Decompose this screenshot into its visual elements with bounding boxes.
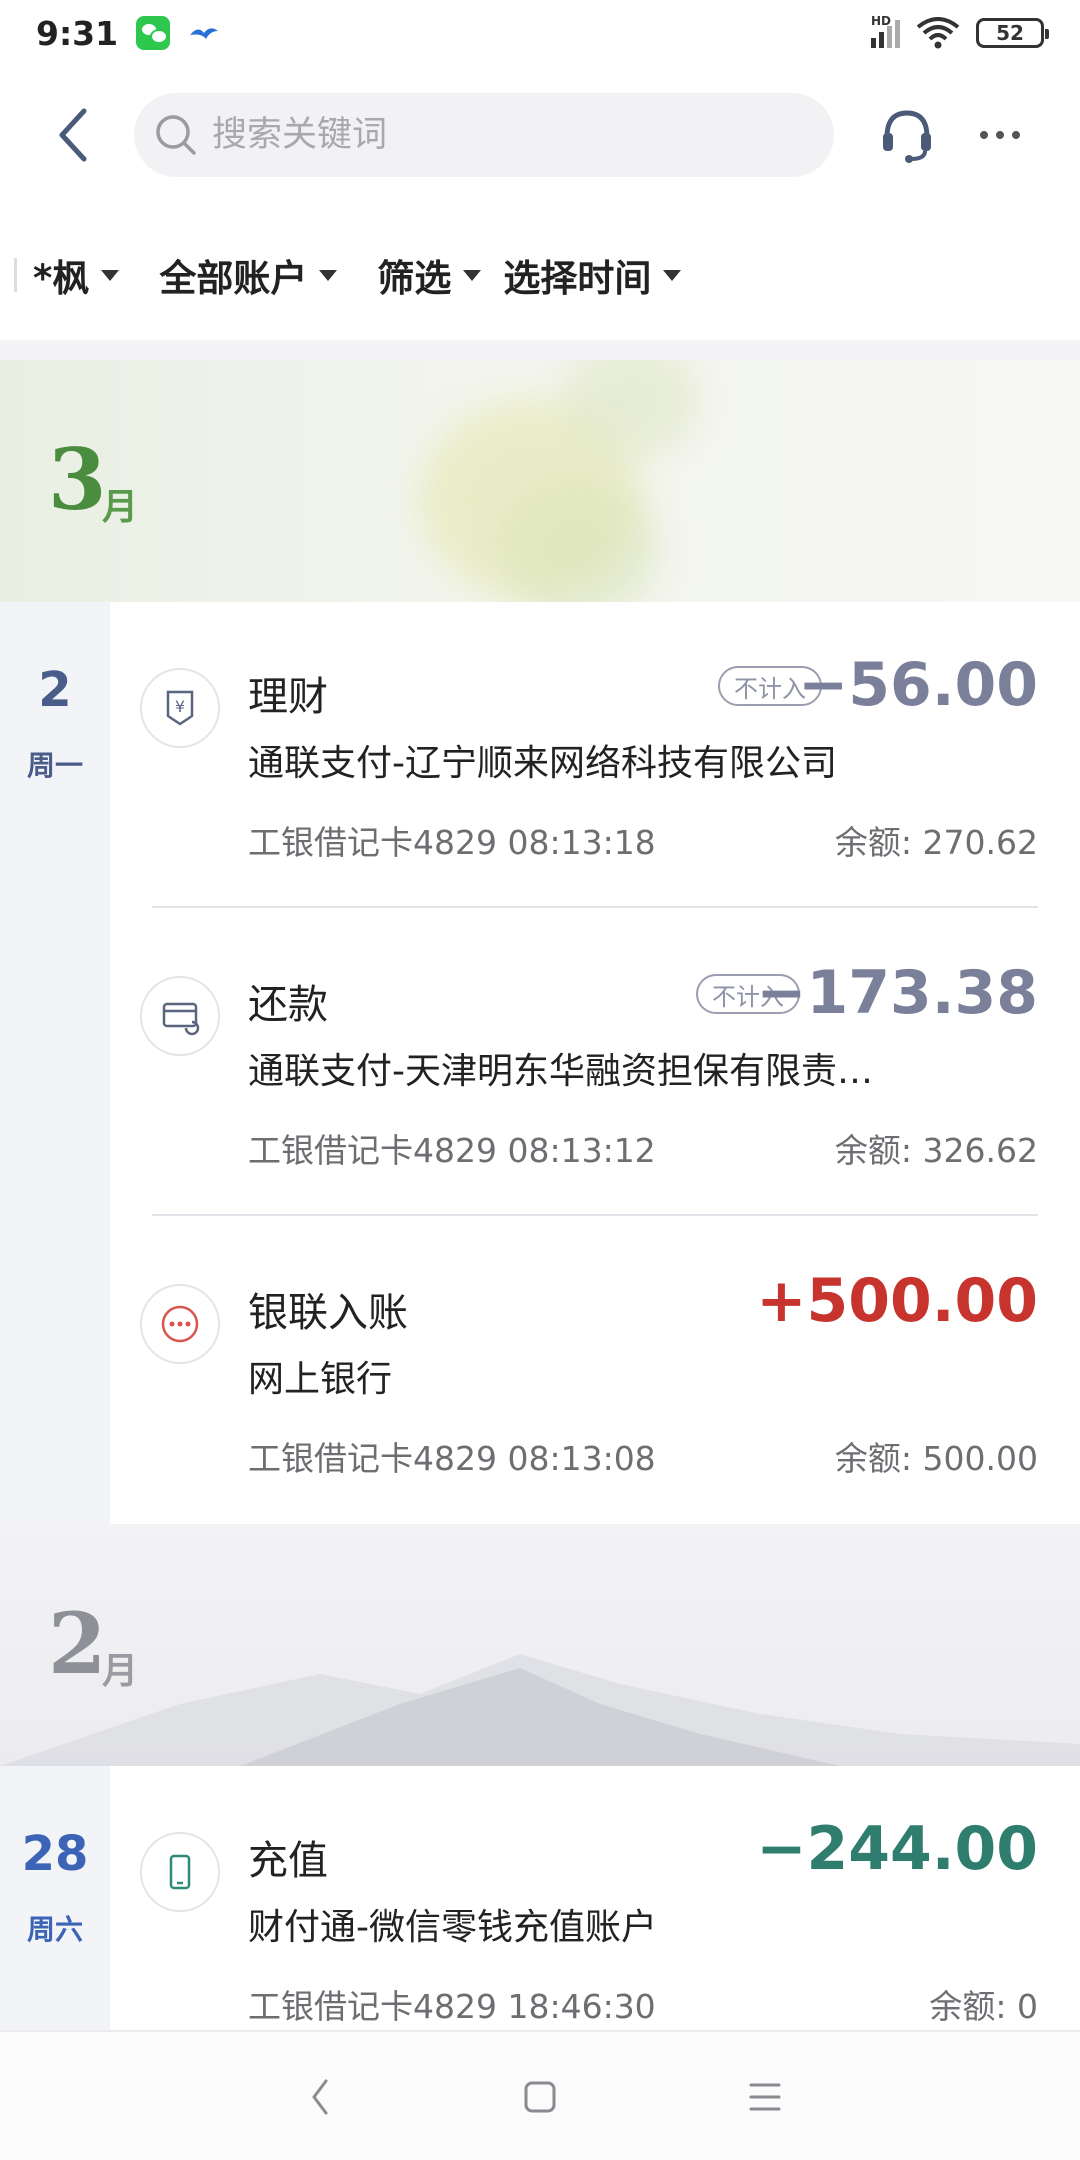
- header: [0, 90, 1080, 180]
- month-suffix: 月: [102, 487, 139, 528]
- transaction-account-time: 工银借记卡4829 08:13:12: [248, 1131, 656, 1170]
- transaction-row[interactable]: 充值 −244.00 财付通-微信零钱充值账户 工银借记卡4829 18:46:…: [110, 1766, 1080, 2030]
- wealth-icon: ¥: [140, 668, 220, 748]
- transaction-account-time: 工银借记卡4829 08:13:18: [248, 823, 656, 862]
- mountain-backdrop: [0, 1654, 1080, 1766]
- month-number: 2: [48, 1594, 107, 1693]
- filter-time[interactable]: 选择时间: [503, 248, 682, 302]
- headset-icon: [883, 110, 931, 163]
- transaction-row[interactable]: 银联入账 +500.00 网上银行 工银借记卡4829 08:13:08 余额:…: [110, 1218, 1080, 1524]
- filter-screen[interactable]: 筛选: [377, 248, 482, 302]
- chevron-left-icon: [312, 2079, 328, 2115]
- transaction-category: 充值: [248, 1838, 328, 1884]
- network-type: HD: [871, 14, 892, 28]
- filter-accounts[interactable]: 全部账户: [159, 248, 338, 302]
- filter-label: 选择时间: [503, 257, 652, 300]
- search-icon: [156, 115, 196, 155]
- caret-down-icon: [463, 269, 482, 281]
- filter-divider: [14, 258, 17, 292]
- filter-user[interactable]: *枫: [33, 248, 120, 302]
- transaction-balance: 余额: 326.62: [834, 1131, 1038, 1170]
- caret-down-icon: [663, 269, 682, 281]
- battery-level: 52: [996, 21, 1024, 45]
- month-header-march: 3 月: [0, 360, 1080, 602]
- transaction-category: 理财: [248, 674, 328, 720]
- transaction-row[interactable]: 还款 不计入 −173.38 通联支付-天津明东华融资担保有限责… 工银借记卡4…: [110, 910, 1080, 1216]
- phone-icon: [140, 1832, 220, 1912]
- back-button[interactable]: [34, 95, 114, 175]
- transaction-amount: −244.00: [756, 1814, 1038, 1884]
- status-time: 9:31: [36, 13, 119, 53]
- repayment-icon: [140, 976, 220, 1056]
- wifi-icon: [916, 17, 960, 49]
- filter-label: *枫: [33, 257, 90, 300]
- transaction-balance: 余额: 500.00: [834, 1439, 1038, 1478]
- transaction-account-time: 工银借记卡4829 18:46:30: [248, 1987, 656, 2026]
- chevron-left-icon: [59, 108, 87, 162]
- transaction-balance: 余额: 270.62: [834, 823, 1038, 862]
- day-marker: 2 周一: [0, 602, 110, 1524]
- more-options-button[interactable]: [968, 90, 1032, 180]
- customer-service-button[interactable]: [872, 90, 942, 180]
- day-number: 28: [21, 1826, 89, 1882]
- bird-icon: [190, 28, 219, 39]
- search-box[interactable]: [134, 93, 834, 177]
- more-circle-icon: [140, 1284, 220, 1364]
- day-weekday: 周六: [26, 1913, 83, 1946]
- square-icon: [524, 2081, 556, 2113]
- month-suffix: 月: [102, 1651, 139, 1692]
- status-bar: 9:31 HD 52: [0, 0, 1080, 66]
- transaction-amount: −173.38: [756, 958, 1038, 1028]
- transaction-amount: +500.00: [756, 1266, 1038, 1336]
- transaction-amount: −56.00: [797, 650, 1038, 720]
- wechat-icon: [136, 16, 171, 50]
- day-marker: 28 周六: [0, 1766, 110, 2030]
- transaction-merchant: 通联支付-辽宁顺来网络科技有限公司: [248, 743, 837, 784]
- battery-icon: 52: [976, 18, 1049, 48]
- day-weekday: 周一: [26, 749, 83, 782]
- signal-icon: HD: [871, 14, 900, 48]
- transaction-category: 还款: [248, 982, 328, 1028]
- search-input[interactable]: [212, 115, 772, 155]
- filter-label: 全部账户: [159, 257, 308, 300]
- transaction-merchant: 网上银行: [248, 1359, 393, 1400]
- transaction-merchant: 通联支付-天津明东华融资担保有限责…: [248, 1051, 873, 1092]
- caret-down-icon: [319, 269, 338, 281]
- filter-label: 筛选: [377, 257, 452, 300]
- divider: [152, 906, 1038, 908]
- transaction-category: 银联入账: [248, 1290, 408, 1336]
- system-nav-bar: [0, 2030, 1080, 2160]
- transaction-row[interactable]: ¥ 理财 不计入 −56.00 通联支付-辽宁顺来网络科技有限公司 工银借记卡4…: [110, 602, 1080, 908]
- svg-text:¥: ¥: [175, 697, 185, 716]
- menu-icon: [749, 2083, 781, 2111]
- status-indicators: HD 52: [871, 14, 1049, 49]
- dot-icon: [996, 131, 1004, 139]
- nav-home-button[interactable]: [500, 2062, 580, 2132]
- caret-down-icon: [101, 269, 120, 281]
- day-number: 2: [38, 662, 72, 718]
- filter-bar: *枫 全部账户 筛选 选择时间: [0, 230, 1080, 320]
- transaction-balance: 余额: 0: [929, 1987, 1038, 2026]
- transaction-account-time: 工银借记卡4829 08:13:08: [248, 1439, 656, 1478]
- dot-icon: [1012, 131, 1020, 139]
- nav-menu-button[interactable]: [725, 2062, 805, 2132]
- dot-icon: [980, 131, 988, 139]
- month-header-february: 2 月: [0, 1524, 1080, 1766]
- transaction-merchant: 财付通-微信零钱充值账户: [248, 1907, 657, 1948]
- month-number: 3: [48, 430, 107, 529]
- divider: [152, 1214, 1038, 1216]
- nav-back-button[interactable]: [280, 2062, 360, 2132]
